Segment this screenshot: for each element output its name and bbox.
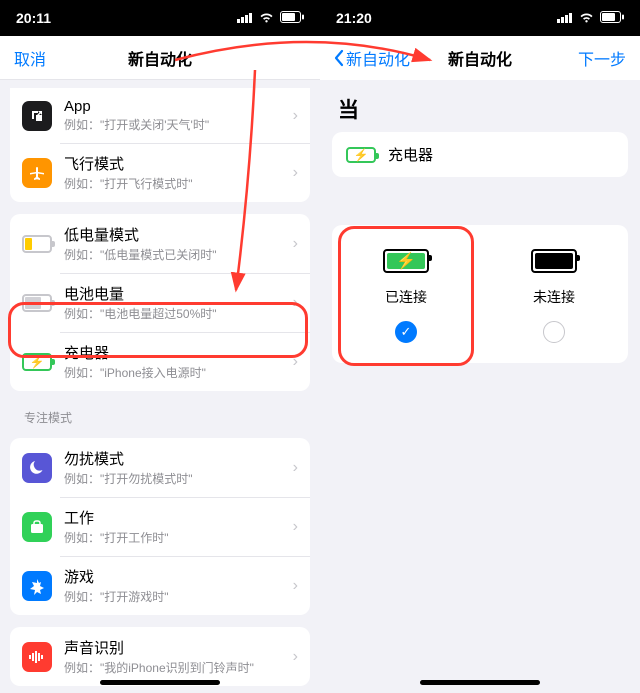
row-title: 勿扰模式: [64, 448, 293, 469]
highlight-charger-row: [8, 302, 308, 358]
nav-title: 新自动化: [0, 46, 320, 70]
row-sub: 例如："iPhone接入电源时": [64, 364, 293, 381]
section-header-focus: 专注模式: [24, 409, 296, 426]
row-sub: 例如："打开飞行模式时": [64, 175, 293, 192]
low-power-icon: [22, 229, 52, 259]
row-sub: 例如："打开或关闭'天气'时": [64, 116, 293, 133]
row-title: 飞行模式: [64, 153, 293, 174]
row-sub: 例如："打开勿扰模式时": [64, 470, 293, 487]
charger-label: 充电器: [388, 144, 433, 165]
home-indicator: [100, 680, 220, 685]
highlight-connected-option: [338, 226, 474, 366]
nav-bar: 新自动化 新自动化 下一步: [320, 36, 640, 80]
row-work[interactable]: 工作 例如："打开工作时" ›: [10, 497, 310, 556]
row-app[interactable]: App 例如："打开或关闭'天气'时" ›: [10, 88, 310, 143]
chevron-right-icon: ›: [293, 235, 298, 253]
back-button[interactable]: 新自动化: [334, 46, 410, 70]
option-disconnected[interactable]: 未连接: [480, 249, 628, 343]
row-title: 电池电量: [64, 283, 293, 304]
group-focus: 勿扰模式 例如："打开勿扰模式时" › 工作 例如："打开工作时" ›: [10, 438, 310, 615]
content: App 例如："打开或关闭'天气'时" › 飞行模式 例如："打开飞行模式时" …: [0, 80, 320, 693]
row-dnd[interactable]: 勿扰模式 例如："打开勿扰模式时" ›: [10, 438, 310, 497]
group-sound: 声音识别 例如："我的iPhone识别到门铃声时" ›: [10, 627, 310, 686]
status-bar: 20:11: [0, 0, 320, 36]
row-game[interactable]: 游戏 例如："打开游戏时" ›: [10, 556, 310, 615]
airplane-icon: [22, 158, 52, 188]
radio-unchecked[interactable]: [543, 321, 565, 343]
status-icons: [237, 10, 304, 26]
row-title: 声音识别: [64, 637, 293, 658]
chevron-right-icon: ›: [293, 459, 298, 477]
when-label: 当: [338, 94, 622, 124]
battery-disconnected-icon: [531, 249, 577, 273]
charger-icon: ⚡: [346, 147, 376, 163]
row-sub: 例如："我的iPhone识别到门铃声时": [64, 659, 293, 676]
next-button[interactable]: 下一步: [578, 46, 626, 70]
status-icons: [557, 10, 624, 26]
chevron-right-icon: ›: [293, 518, 298, 536]
row-title: App: [64, 98, 293, 115]
wifi-icon: [259, 10, 274, 26]
chevron-right-icon: ›: [293, 107, 298, 125]
cancel-button[interactable]: 取消: [14, 46, 46, 70]
app-icon: [22, 101, 52, 131]
signal-icon: [237, 10, 253, 26]
status-time: 21:20: [336, 10, 372, 26]
row-title: 游戏: [64, 566, 293, 587]
back-label: 新自动化: [346, 46, 410, 70]
row-airplane[interactable]: 飞行模式 例如："打开飞行模式时" ›: [10, 143, 310, 202]
home-indicator: [420, 680, 540, 685]
content: 当 ⚡ 充电器 ⚡ 已连接: [320, 80, 640, 693]
sound-icon: [22, 642, 52, 672]
game-icon: [22, 571, 52, 601]
option-label: 未连接: [533, 287, 575, 307]
trigger-row: ⚡ 充电器: [332, 132, 628, 177]
row-low-power[interactable]: 低电量模式 例如："低电量模式已关闭时" ›: [10, 214, 310, 273]
group-apps: App 例如："打开或关闭'天气'时" › 飞行模式 例如："打开飞行模式时" …: [10, 88, 310, 202]
battery-icon: [600, 10, 624, 26]
chevron-left-icon: [334, 49, 344, 67]
wifi-icon: [579, 10, 594, 26]
nav-bar: 取消 新自动化: [0, 36, 320, 80]
status-time: 20:11: [16, 10, 51, 26]
row-sub: 例如："低电量模式已关闭时": [64, 246, 293, 263]
chevron-right-icon: ›: [293, 164, 298, 182]
row-title: 低电量模式: [64, 224, 293, 245]
work-icon: [22, 512, 52, 542]
chevron-right-icon: ›: [293, 648, 298, 666]
chevron-right-icon: ›: [293, 577, 298, 595]
row-sub: 例如："打开游戏时": [64, 588, 293, 605]
signal-icon: [557, 10, 573, 26]
status-bar: 21:20: [320, 0, 640, 36]
row-title: 工作: [64, 507, 293, 528]
row-sub: 例如："打开工作时": [64, 529, 293, 546]
row-sound[interactable]: 声音识别 例如："我的iPhone识别到门铃声时" ›: [10, 627, 310, 686]
dnd-icon: [22, 453, 52, 483]
battery-icon: [280, 10, 304, 26]
